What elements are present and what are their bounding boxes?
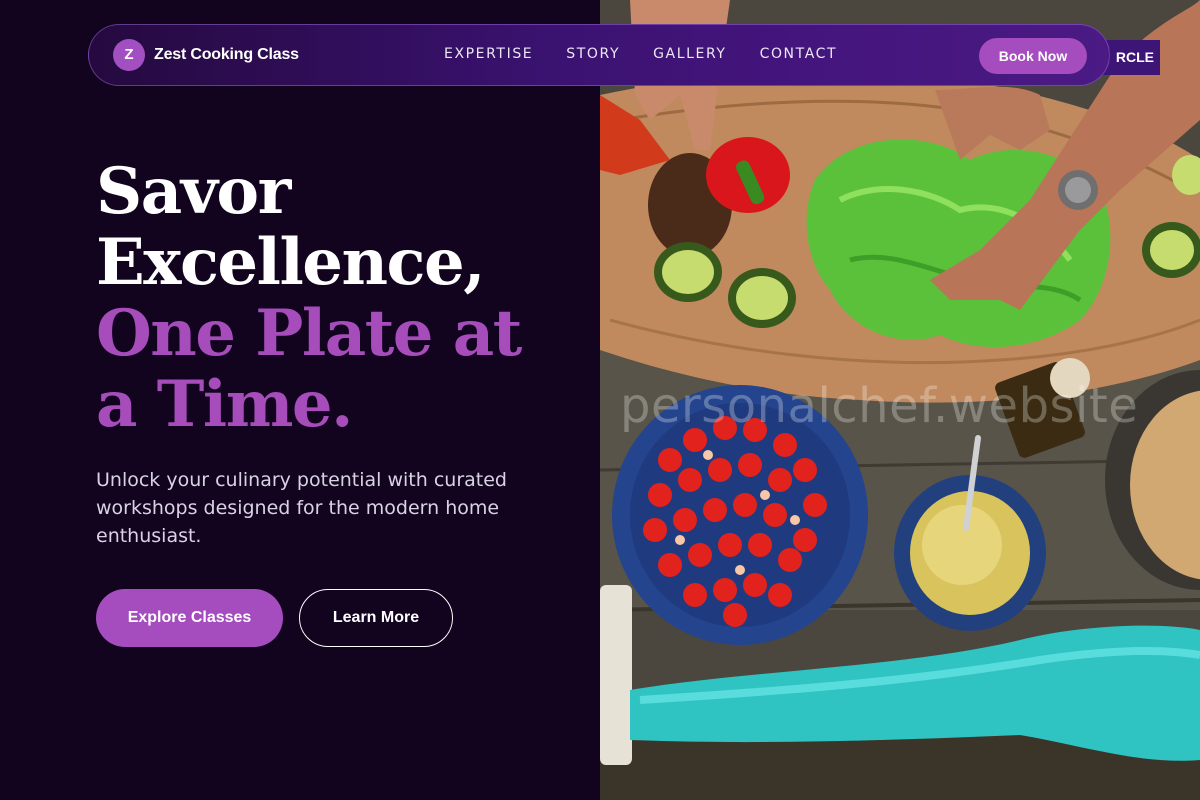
hero-title-line3: One Plate at <box>96 296 522 371</box>
hero-title: Savor Excellence, One Plate at a Time. <box>96 156 596 440</box>
explore-classes-button[interactable]: Explore Classes <box>96 589 283 647</box>
nav-link-gallery[interactable]: GALLERY <box>653 46 726 62</box>
brand-badge: Z <box>113 39 145 71</box>
nav-links: EXPERTISE STORY GALLERY CONTACT <box>444 46 870 62</box>
nav-link-expertise[interactable]: EXPERTISE <box>444 46 533 62</box>
hero-title-line4: a Time. <box>96 367 353 442</box>
nav-link-story[interactable]: STORY <box>566 46 620 62</box>
top-navbar: Z Zest Cooking Class EXPERTISE STORY GAL… <box>88 24 1110 86</box>
learn-more-button[interactable]: Learn More <box>299 589 453 647</box>
watermark-text: personalchef.website <box>620 378 1139 434</box>
brand-logo[interactable]: Z Zest Cooking Class <box>113 39 299 71</box>
hero-title-line2: Excellence, <box>96 225 485 300</box>
book-now-button[interactable]: Book Now <box>979 38 1087 74</box>
hero-subtitle: Unlock your culinary potential with cura… <box>96 469 507 547</box>
hero-title-line1: Savor <box>96 154 291 229</box>
brand-name: Zest Cooking Class <box>154 46 299 63</box>
nav-link-contact[interactable]: CONTACT <box>760 46 838 62</box>
